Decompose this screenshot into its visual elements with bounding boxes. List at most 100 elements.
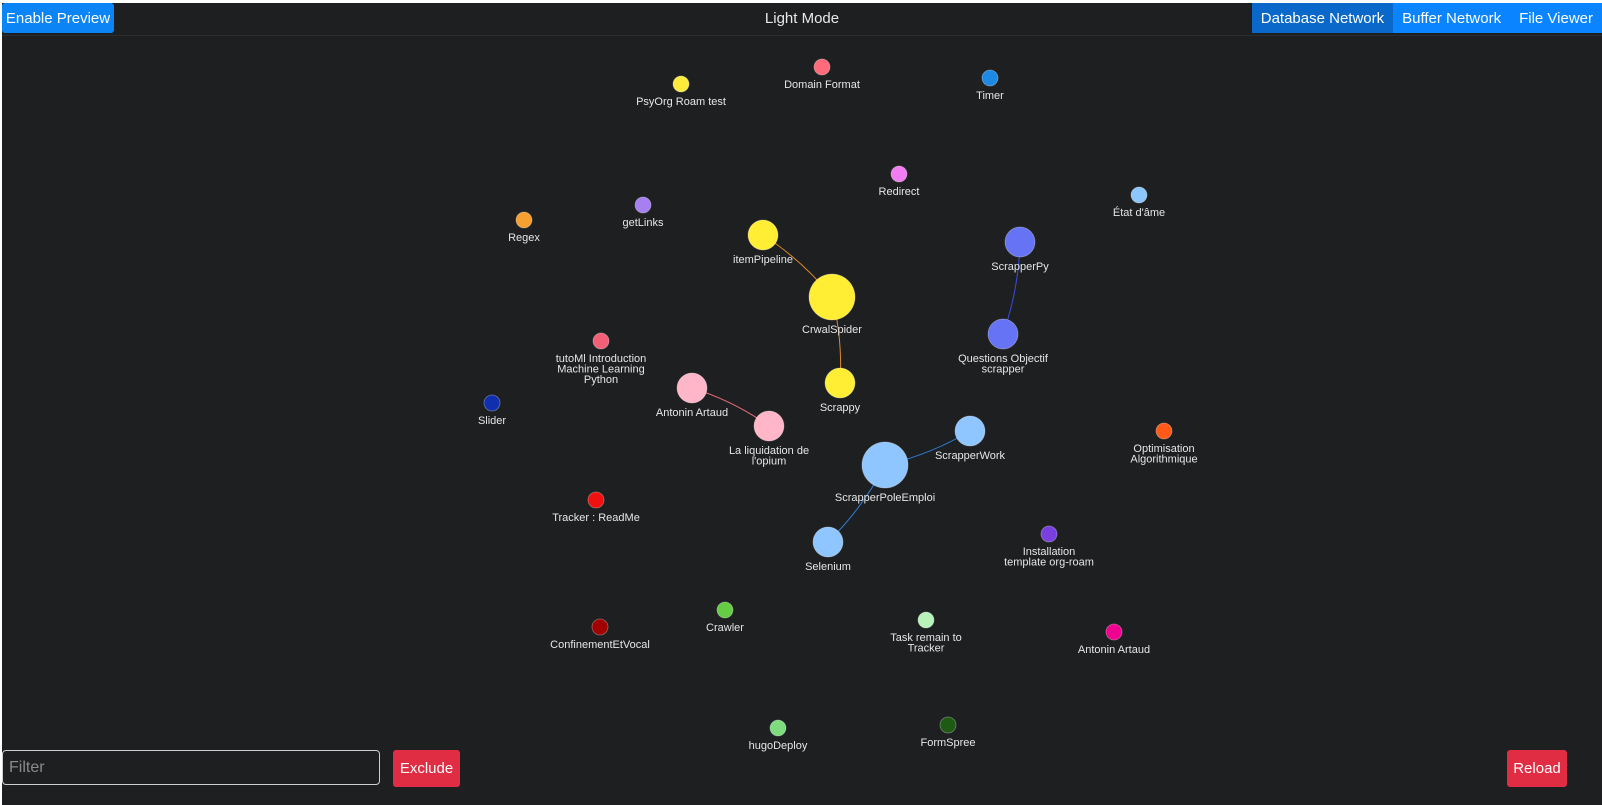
graph-node-questions[interactable]: Questions Objectif scrapper (958, 318, 1049, 376)
graph-node-redirect[interactable]: Redirect (879, 165, 920, 198)
graph-node-tutoml[interactable]: tutoMl Introduction Machine Learning Pytho… (556, 332, 647, 386)
node-circle[interactable] (1040, 525, 1058, 543)
node-circle[interactable] (890, 165, 908, 183)
tab-buffer-network[interactable]: Buffer Network (1393, 3, 1511, 33)
node-label: Questions Objectif scrapper (958, 353, 1049, 376)
node-label: PsyOrg Roam test (636, 96, 726, 108)
graph-node-tracker[interactable]: Tracker : ReadMe (552, 491, 640, 524)
node-circle[interactable] (515, 211, 533, 229)
app-window: PsyOrg Roam test Domain Format Timer Redire… (2, 3, 1602, 805)
graph-node-confinement[interactable]: ConfinementEtVocal (550, 618, 650, 651)
node-label: Slider (478, 415, 506, 427)
node-circle[interactable] (954, 415, 986, 447)
node-circle[interactable] (917, 611, 935, 629)
tab-file-viewer[interactable]: File Viewer (1510, 3, 1602, 33)
node-label-line: ScrapperPoleEmploi (835, 492, 935, 504)
node-label: ScrapperWork (935, 450, 1006, 462)
node-label-line: Domain Format (784, 79, 860, 91)
node-label-line: Slider (478, 415, 506, 427)
node-label-line: itemPipeline (733, 254, 793, 266)
graph-node-domainformat[interactable]: Domain Format (784, 58, 860, 91)
tab-database-network[interactable]: Database Network (1251, 3, 1394, 33)
node-circle[interactable] (634, 196, 652, 214)
node-label-line: scrapper (982, 364, 1025, 376)
graph-node-psyorg[interactable]: PsyOrg Roam test (636, 75, 726, 108)
node-label: ScrapperPy (991, 261, 1049, 273)
network-graph[interactable]: PsyOrg Roam test Domain Format Timer Redire… (2, 3, 1602, 805)
graph-node-itempipeline[interactable]: itemPipeline (733, 219, 793, 266)
node-label-line: Redirect (879, 186, 920, 198)
node-label: Regex (508, 232, 540, 244)
graph-node-crawler[interactable]: Crawler (706, 601, 744, 634)
node-circle[interactable] (591, 618, 609, 636)
node-circle[interactable] (1155, 422, 1173, 440)
node-circle[interactable] (716, 601, 734, 619)
node-label: tutoMl Introduction Machine Learning Pytho… (556, 353, 647, 386)
node-circle[interactable] (813, 58, 831, 76)
node-circle[interactable] (1130, 186, 1148, 204)
node-circle[interactable] (483, 394, 501, 412)
node-label-line: Scrappy (820, 402, 861, 414)
node-circle[interactable] (981, 69, 999, 87)
node-circle[interactable] (769, 719, 787, 737)
node-label-line: PsyOrg Roam test (636, 96, 726, 108)
node-circle[interactable] (861, 441, 909, 489)
node-label-line: Crawler (706, 622, 744, 634)
node-label: Selenium (805, 561, 851, 573)
node-label: Antonin Artaud (656, 407, 728, 419)
node-circle[interactable] (672, 75, 690, 93)
graph-node-antonin1[interactable]: Antonin Artaud (656, 372, 728, 419)
graph-node-crwalspider[interactable]: CrwalSpider (802, 273, 862, 336)
node-circle[interactable] (592, 332, 610, 350)
node-label: Task remain to Tracker (890, 632, 962, 655)
graph-node-liquidation[interactable]: La liquidation de l'opium (729, 410, 809, 468)
graph-node-formspree[interactable]: FormSpree (920, 716, 976, 749)
graph-node-regex[interactable]: Regex (508, 211, 540, 244)
node-label: Scrappy (820, 402, 861, 414)
filter-input[interactable] (2, 750, 380, 785)
exclude-button[interactable]: Exclude (393, 750, 460, 787)
node-label-line: l'opium (752, 456, 787, 468)
node-circle[interactable] (753, 410, 785, 442)
node-circle[interactable] (987, 318, 1019, 350)
graph-node-slider[interactable]: Slider (478, 394, 506, 427)
graph-node-optimisation[interactable]: Optimisation Algorithmique (1130, 422, 1198, 466)
node-label-line: Antonin Artaud (656, 407, 728, 419)
node-label-line: getLinks (623, 217, 664, 229)
node-circle[interactable] (824, 367, 856, 399)
node-circle[interactable] (676, 372, 708, 404)
node-circle[interactable] (812, 526, 844, 558)
graph-node-installation[interactable]: Installation template org-roam (1004, 525, 1094, 569)
node-circle[interactable] (1004, 226, 1036, 258)
graph-node-scrapperpole[interactable]: ScrapperPoleEmploi (835, 441, 935, 504)
node-label: Optimisation Algorithmique (1130, 443, 1197, 466)
graph-node-etatdame[interactable]: État d'âme (1113, 186, 1165, 219)
graph-node-task[interactable]: Task remain to Tracker (890, 611, 962, 655)
node-circle[interactable] (939, 716, 957, 734)
graph-node-scrapperwork[interactable]: ScrapperWork (935, 415, 1006, 462)
node-label-line: Timer (976, 90, 1004, 102)
graph-node-timer[interactable]: Timer (976, 69, 1004, 102)
top-bar: Enable Preview Light Mode Database Netwo… (2, 3, 1602, 36)
node-circle[interactable] (808, 273, 856, 321)
graph-node-scrappy[interactable]: Scrappy (820, 367, 861, 414)
enable-preview-button[interactable]: Enable Preview (2, 3, 114, 33)
graph-node-selenium[interactable]: Selenium (805, 526, 851, 573)
view-tabs: Database Network Buffer Network File Vie… (1251, 3, 1602, 33)
node-circle[interactable] (747, 219, 779, 251)
node-label-line: CrwalSpider (802, 324, 862, 336)
node-circle[interactable] (1105, 623, 1123, 641)
graph-node-scrapperpy[interactable]: ScrapperPy (991, 226, 1049, 273)
graph-node-hugodeploy[interactable]: hugoDeploy (749, 719, 808, 752)
node-label: Timer (976, 90, 1004, 102)
graph-node-antonin2[interactable]: Antonin Artaud (1078, 623, 1150, 656)
reload-button[interactable]: Reload (1507, 750, 1567, 787)
node-label: hugoDeploy (749, 740, 808, 752)
node-label-line: template org-roam (1004, 557, 1094, 569)
graph-node-getlinks[interactable]: getLinks (623, 196, 664, 229)
node-label: ScrapperPoleEmploi (835, 492, 935, 504)
graph-nodes: PsyOrg Roam test Domain Format Timer Redire… (478, 58, 1198, 752)
node-circle[interactable] (587, 491, 605, 509)
node-label: CrwalSpider (802, 324, 862, 336)
node-label: FormSpree (920, 737, 975, 749)
